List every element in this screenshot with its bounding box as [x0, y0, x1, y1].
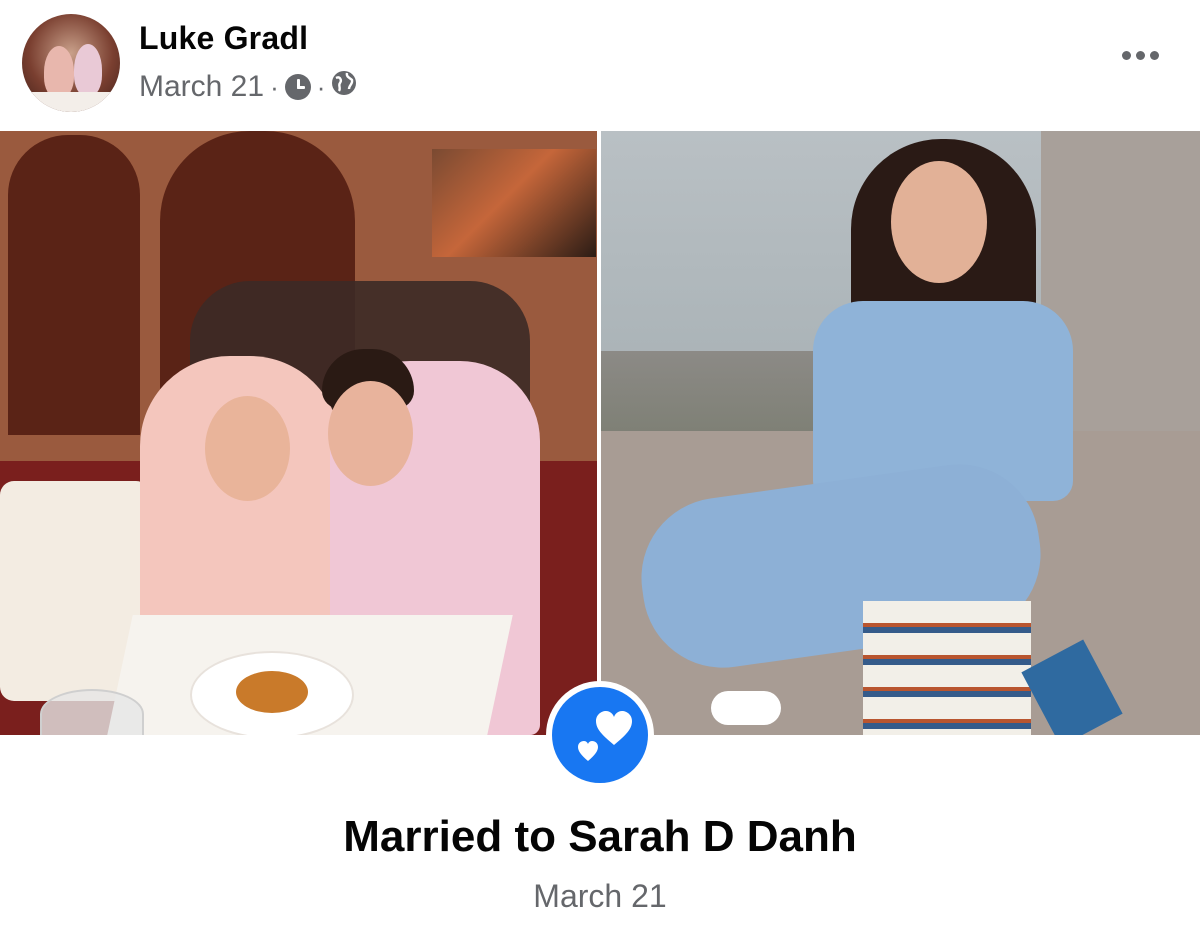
facebook-post: Luke Gradl March 21 · · Married to Sarah…: [0, 0, 1200, 936]
avatar-person-2: [74, 44, 102, 96]
author-avatar[interactable]: [22, 14, 120, 112]
clock-icon: [284, 74, 311, 100]
avatar-table: [32, 92, 112, 112]
post-meta: March 21 · ·: [139, 70, 357, 104]
life-event-date: March 21: [533, 878, 667, 914]
meta-separator-2: ·: [316, 71, 326, 102]
avatar-person-1: [44, 46, 74, 98]
photo-couple-dinner[interactable]: [0, 131, 597, 735]
author-name[interactable]: Luke Gradl: [139, 20, 308, 57]
life-event-title: Married to Sarah D Danh: [343, 812, 857, 861]
meta-separator: ·: [270, 71, 279, 102]
photo-nurse-portrait[interactable]: [601, 131, 1200, 735]
hearts-icon: [552, 687, 648, 783]
globe-icon[interactable]: [331, 70, 357, 104]
more-options-icon[interactable]: [1118, 44, 1162, 66]
life-event-badge: [546, 681, 654, 789]
post-date[interactable]: March 21: [139, 70, 264, 104]
